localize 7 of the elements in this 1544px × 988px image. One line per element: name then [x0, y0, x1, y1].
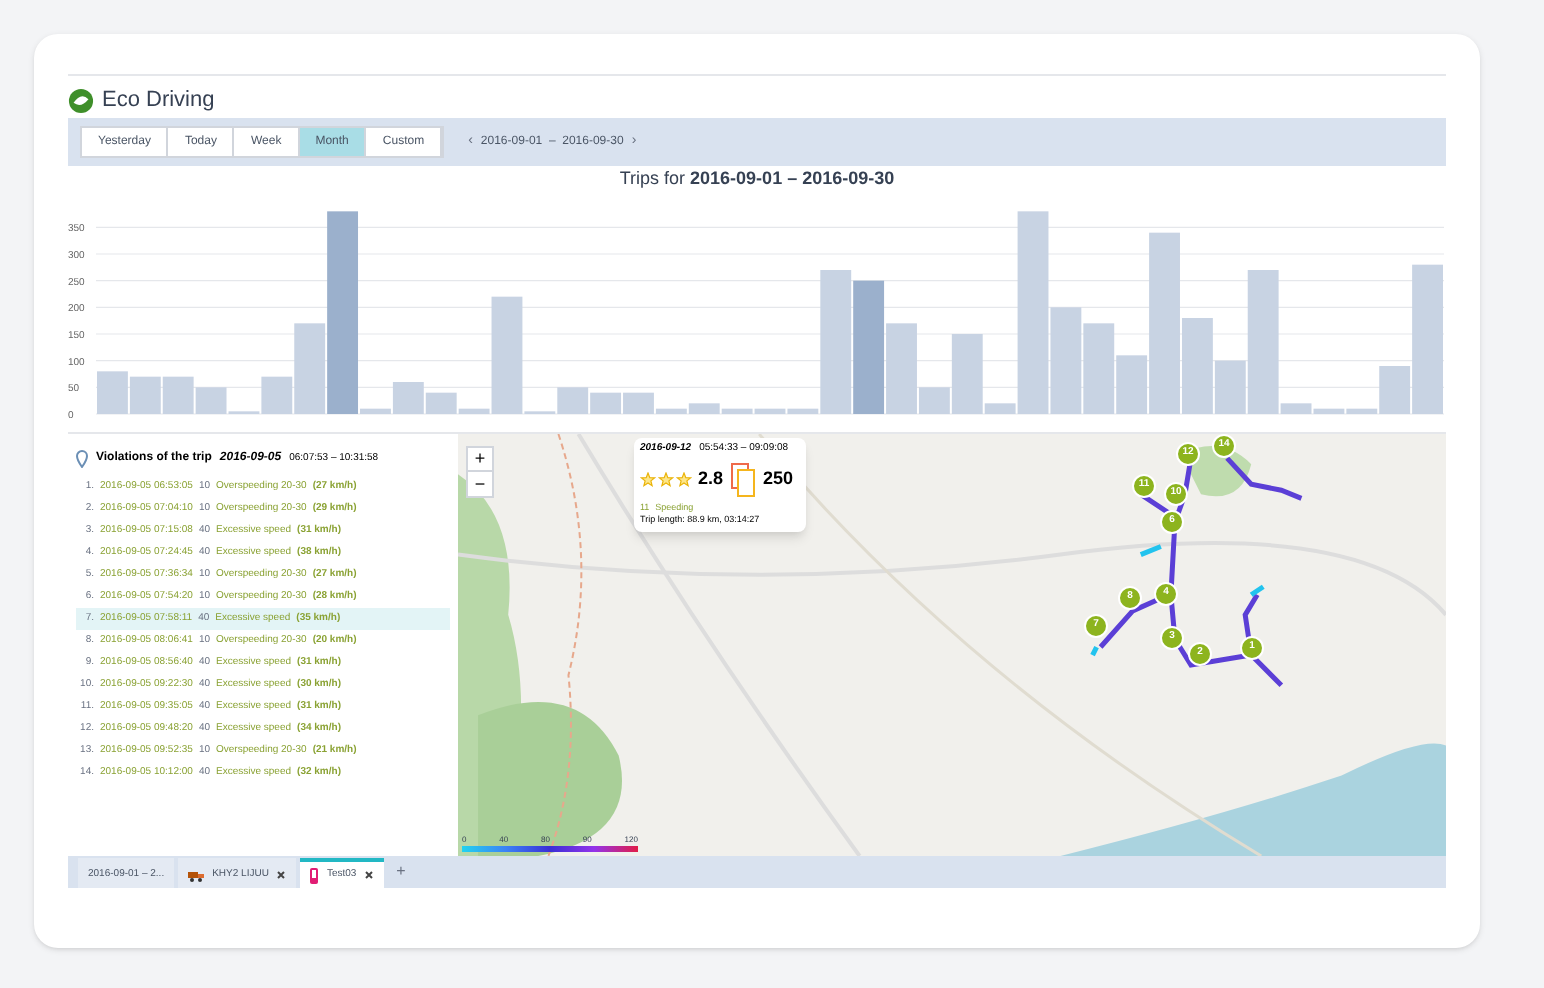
add-tab-button[interactable]: +: [388, 860, 414, 884]
trip-count: 250: [763, 465, 794, 492]
chart-title: Trips for 2016-09-01 – 2016-09-30: [617, 166, 897, 192]
zoom-in-button[interactable]: +: [468, 448, 492, 472]
score: 2.8: [698, 465, 724, 492]
page-title: Eco Driving: [102, 86, 215, 117]
zoom-out-button[interactable]: −: [468, 472, 492, 496]
